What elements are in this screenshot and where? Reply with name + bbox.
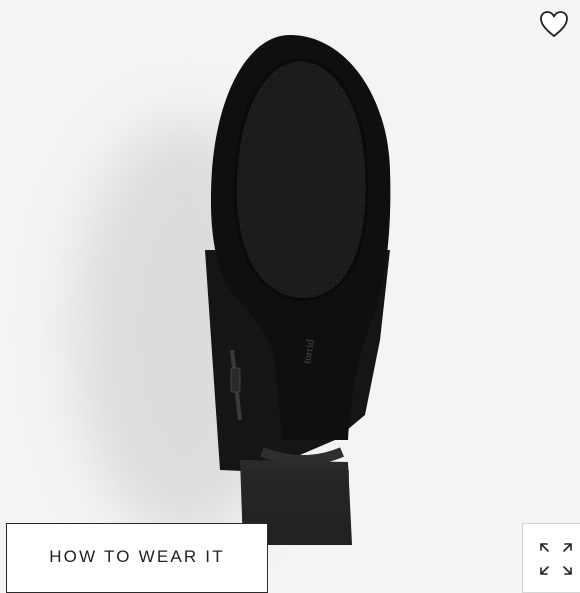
zipper-pull xyxy=(230,367,241,393)
how-to-wear-label: HOW TO WEAR IT xyxy=(49,547,225,566)
expand-image-button[interactable] xyxy=(522,523,580,593)
sole-tread xyxy=(233,58,369,301)
how-to-wear-button[interactable]: HOW TO WEAR IT xyxy=(6,523,268,593)
wishlist-button[interactable] xyxy=(538,8,570,40)
heart-outline-icon xyxy=(540,11,568,37)
product-image: torrid xyxy=(75,35,391,545)
expand-arrows-icon xyxy=(540,543,572,575)
